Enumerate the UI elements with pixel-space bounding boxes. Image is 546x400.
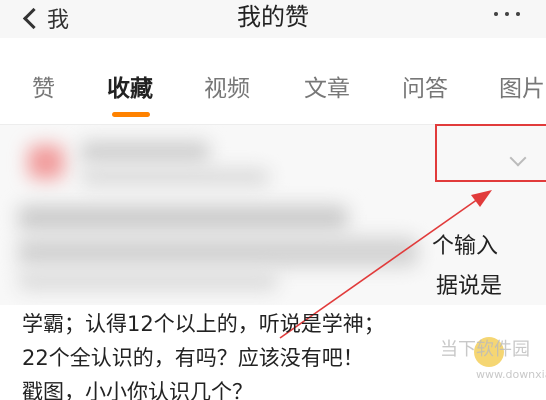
- dropdown-highlight-box: [435, 124, 546, 182]
- tab-like[interactable]: 赞: [32, 74, 55, 104]
- post-text-line-1: 学霸；认得12个以上的，听说是学神；: [22, 312, 385, 336]
- top-bar: 我 我的赞: [0, 0, 546, 38]
- watermark-title: 当下软件园: [440, 339, 530, 360]
- annotation-text-2: 据说是: [436, 274, 503, 299]
- tab-qa[interactable]: 问答: [402, 74, 448, 104]
- tab-videos[interactable]: 视频: [204, 74, 250, 104]
- more-dots-icon: [494, 12, 498, 16]
- watermark-url: www.downxia.com: [476, 368, 546, 381]
- tab-articles[interactable]: 文章: [304, 74, 350, 104]
- tab-images[interactable]: 图片: [499, 74, 545, 104]
- avatar-blur: [28, 145, 64, 179]
- screen: 我 我的赞 赞 收藏 视频 文章 问答 图片 个输入 据说是 学霸；认得12个以…: [0, 0, 546, 400]
- more-button[interactable]: [494, 12, 520, 16]
- tab-favorites[interactable]: 收藏: [107, 74, 153, 104]
- post-text-line-3: 戳图，小小你认识几个？: [22, 380, 253, 400]
- annotation-text-1: 个输入: [432, 234, 499, 259]
- post-text-line-2: 22个全认识的，有吗？应该没有吧！: [22, 346, 364, 370]
- page-title: 我的赞: [237, 3, 309, 31]
- active-tab-indicator: [112, 112, 150, 117]
- tab-bar: 赞 收藏 视频 文章 问答 图片: [0, 48, 546, 125]
